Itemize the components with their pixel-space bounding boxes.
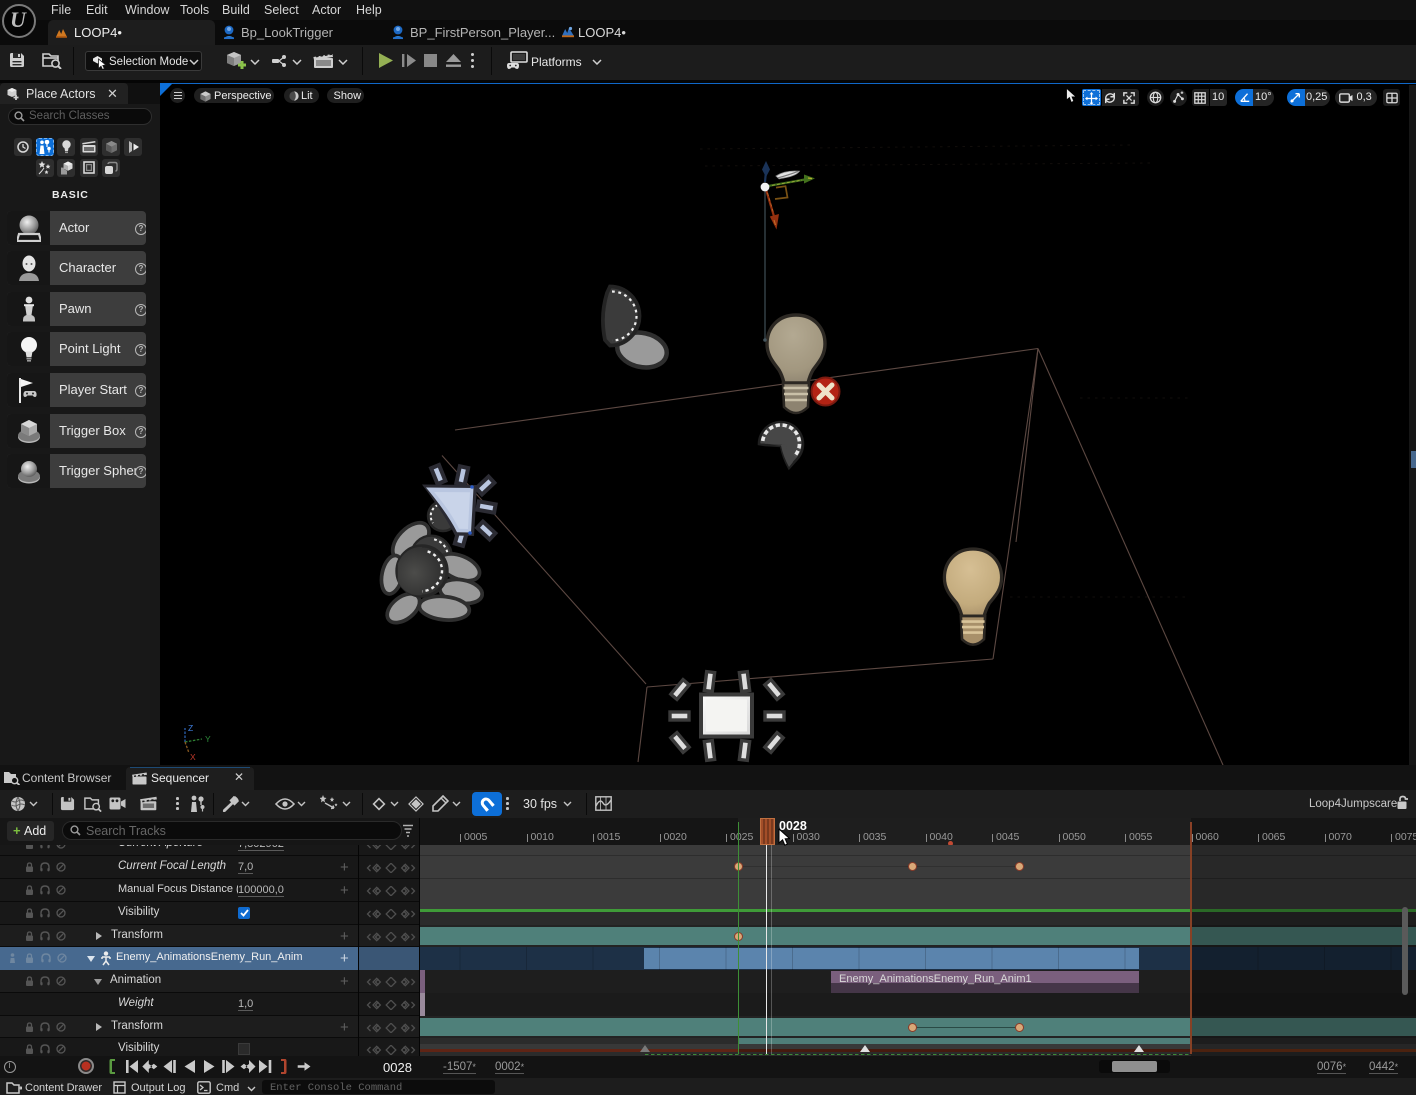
svg-text:Z: Z	[188, 723, 193, 733]
svg-text:Y: Y	[205, 734, 211, 744]
svg-text:X: X	[190, 752, 196, 762]
